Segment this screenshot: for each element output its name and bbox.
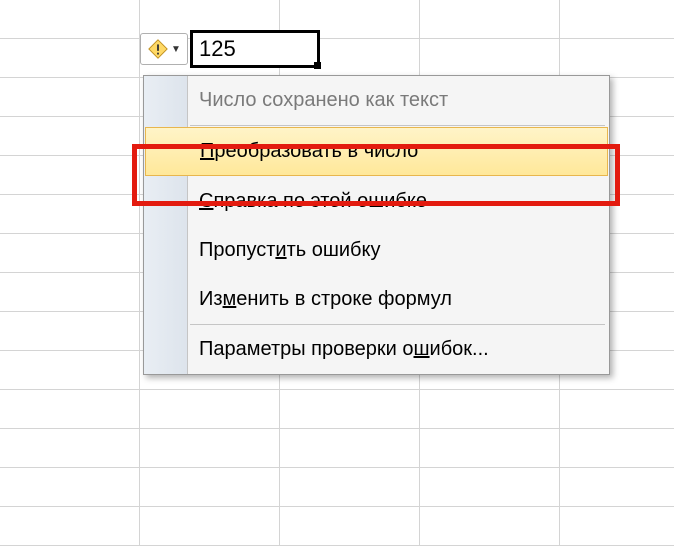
menu-convert-to-number[interactable]: Преобразовать в число <box>145 127 608 176</box>
cell-value: 125 <box>199 36 236 62</box>
menu-options-label: Параметры проверки ошибок... <box>199 338 489 361</box>
warning-diamond-icon <box>147 38 169 60</box>
menu-header-text: Число сохранено как текст <box>199 89 448 112</box>
menu-separator <box>190 125 605 126</box>
menu-help-label: Справка по этой ошибке <box>199 190 427 213</box>
menu-convert-label: Преобразовать в число <box>200 140 418 163</box>
error-smart-tag[interactable]: ▼ <box>140 33 188 65</box>
menu-error-options[interactable]: Параметры проверки ошибок... <box>144 325 609 374</box>
selected-cell[interactable]: 125 <box>190 30 320 68</box>
menu-header: Число сохранено как текст <box>144 76 609 125</box>
menu-skip-error[interactable]: Пропустить ошибку <box>144 226 609 275</box>
error-context-menu: Число сохранено как текст Преобразовать … <box>143 75 610 375</box>
menu-help[interactable]: Справка по этой ошибке <box>144 177 609 226</box>
menu-edit-formula-bar[interactable]: Изменить в строке формул <box>144 275 609 324</box>
menu-edit-label: Изменить в строке формул <box>199 288 452 311</box>
chevron-down-icon: ▼ <box>171 44 181 55</box>
menu-skip-label: Пропустить ошибку <box>199 239 380 262</box>
